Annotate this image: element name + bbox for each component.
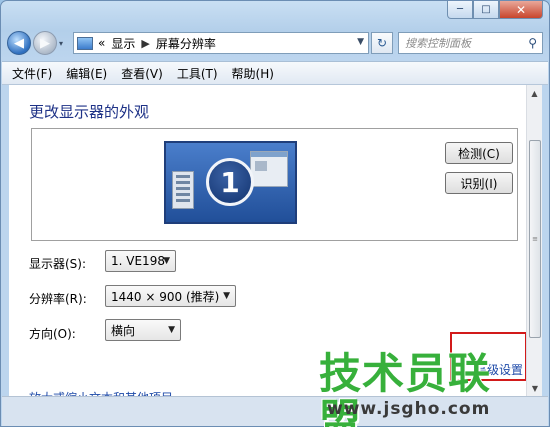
scroll-thumb[interactable]: ≡ (529, 140, 541, 338)
resolution-select-value: 1440 × 900 (推荐) (111, 289, 220, 304)
chevron-down-icon: ▼ (223, 291, 230, 301)
back-arrow-icon: ◀ (14, 35, 24, 51)
menu-help[interactable]: 帮助(H) (232, 65, 274, 82)
resolution-select[interactable]: 1440 × 900 (推荐) ▼ (105, 285, 236, 307)
status-bar (2, 396, 548, 426)
detect-button[interactable]: 检测(C) (445, 142, 513, 164)
display-label: 显示器(S): (29, 257, 87, 271)
maximize-button[interactable]: □ (473, 1, 499, 19)
search-placeholder: 搜索控制面板 (405, 37, 471, 50)
grip-icon: ≡ (532, 235, 538, 243)
breadcrumb-screen-resolution[interactable]: 屏幕分辨率 (156, 35, 216, 52)
vertical-scrollbar[interactable]: ▲ ≡ ▼ (526, 85, 542, 396)
menu-bar: 文件(F) 编辑(E) 查看(V) 工具(T) 帮助(H) (2, 61, 548, 85)
breadcrumb-separator-icon[interactable]: ▶ (141, 37, 149, 50)
window-thumbnail-icon (250, 151, 288, 187)
address-bar[interactable]: « 显示 ▶ 屏幕分辨率 ▼ (73, 32, 369, 54)
menu-edit[interactable]: 编辑(E) (66, 65, 107, 82)
orientation-select-value: 横向 (111, 323, 136, 338)
caption-buttons: ─ □ ✕ (447, 1, 543, 19)
navigation-buttons: ◀ ▶ ▾ (7, 31, 69, 55)
monitor-thumbnail[interactable]: 1 (164, 141, 297, 224)
minimize-button[interactable]: ─ (447, 1, 473, 19)
menu-view[interactable]: 查看(V) (121, 65, 163, 82)
orientation-label: 方向(O): (29, 327, 76, 341)
window-thumbnail-icon (172, 171, 194, 209)
recent-pages-dropdown[interactable]: ▾ (59, 39, 69, 48)
search-input[interactable]: 搜索控制面板 ⚲ (398, 32, 543, 54)
forward-button[interactable]: ▶ (33, 31, 57, 55)
display-select-value: 1. VE198 (111, 254, 165, 268)
display-preview-area: 1 检测(C) 识别(I) (31, 128, 518, 241)
address-overflow-chevron[interactable]: « (98, 36, 105, 50)
chevron-down-icon: ▼ (168, 325, 175, 335)
resolution-label: 分辨率(R): (29, 292, 87, 306)
display-select[interactable]: 1. VE198 ▼ (105, 250, 176, 272)
content-pane: 更改显示器的外观 1 检测(C) 识别(I) 显示器(S): 1. VE198 … (9, 85, 527, 397)
menu-file[interactable]: 文件(F) (12, 65, 52, 82)
refresh-button[interactable]: ↻ (371, 32, 393, 54)
chevron-down-icon: ▼ (163, 256, 170, 266)
back-button[interactable]: ◀ (7, 31, 31, 55)
search-icon[interactable]: ⚲ (528, 36, 537, 50)
advanced-settings-link[interactable]: 高级设置 (475, 361, 523, 378)
refresh-icon: ↻ (376, 36, 388, 50)
breadcrumb-display[interactable]: 显示 (111, 35, 135, 52)
close-button[interactable]: ✕ (499, 1, 543, 19)
scroll-up-button[interactable]: ▲ (527, 85, 542, 101)
address-dropdown-icon[interactable]: ▼ (357, 37, 364, 47)
orientation-select[interactable]: 横向 ▼ (105, 319, 181, 341)
monitor-number-badge: 1 (206, 158, 254, 206)
page-title: 更改显示器的外观 (29, 103, 150, 121)
identify-button[interactable]: 识别(I) (445, 172, 513, 194)
control-panel-icon (77, 36, 93, 50)
scroll-down-button[interactable]: ▼ (527, 380, 543, 396)
forward-arrow-icon: ▶ (40, 35, 50, 51)
control-panel-window: ─ □ ✕ ◀ ▶ ▾ « 显示 ▶ 屏幕分辨率 ▼ ↻ 搜索控制面板 ⚲ 文件… (0, 0, 550, 427)
menu-tools[interactable]: 工具(T) (177, 65, 218, 82)
